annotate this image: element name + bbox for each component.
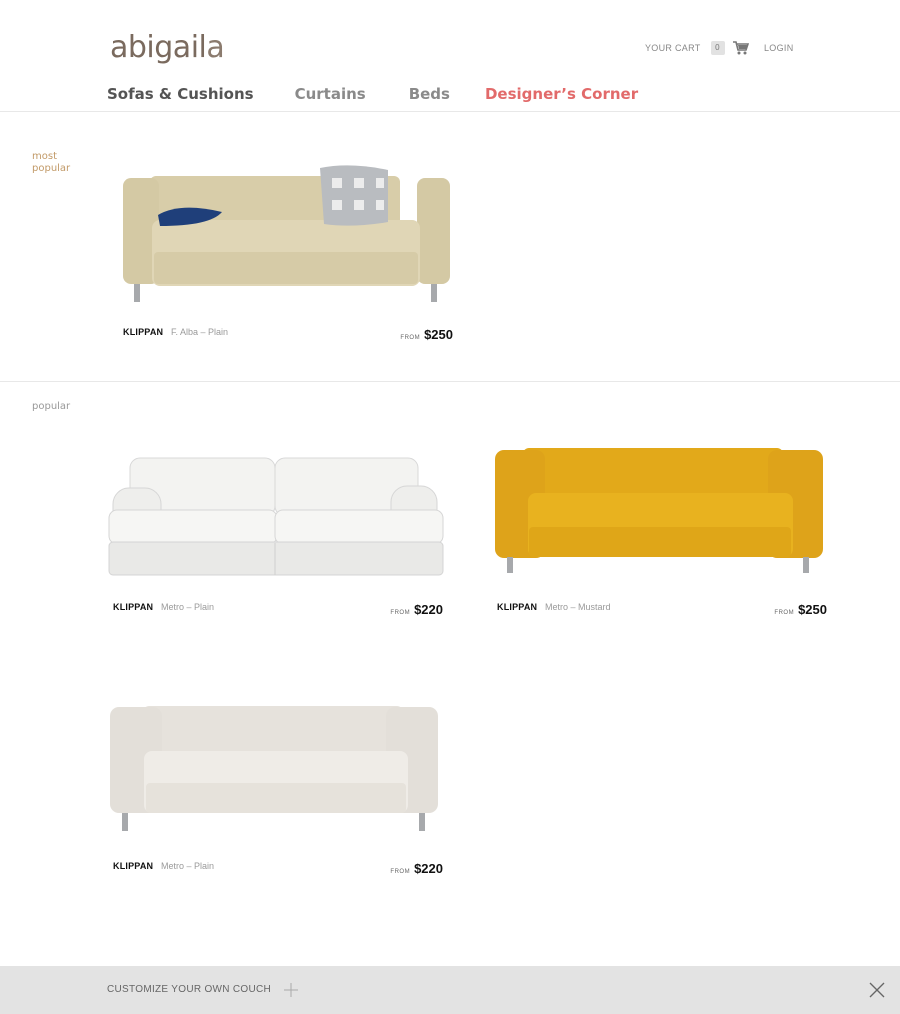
product-price: FROM $250 [400,327,453,342]
customize-bar: CUSTOMIZE YOUR OWN COUCH [0,966,900,1014]
product-card[interactable]: KLIPPAN Metro – Plain FROM $220 [108,703,443,883]
product-name: KLIPPAN [497,602,538,612]
cart-label: YOUR CART [645,43,701,53]
product-variant: Metro – Mustard [545,602,611,612]
product-variant: Metro – Plain [161,602,215,612]
cart-icon [732,41,749,55]
product-card[interactable]: KLIPPAN Metro – Plain FROM $220 [105,455,445,625]
section-divider [0,381,900,382]
close-icon[interactable] [869,982,885,998]
price-from-label: FROM [400,335,421,341]
product-name: KLIPPAN [113,861,154,871]
product-price: FROM $220 [390,602,443,617]
header-divider [0,111,900,112]
price-from-label: FROM [390,869,411,875]
nav-curtains[interactable]: Curtains [295,85,366,103]
price-amount: $220 [414,602,443,617]
price-from-label: FROM [390,610,411,616]
product-name: KLIPPAN [113,602,154,612]
section-label-popular: popular [32,401,71,412]
cart-button[interactable]: YOUR CART 0 [645,41,749,55]
nav-beds[interactable]: Beds [409,85,450,103]
main-nav: Sofas & Cushions Curtains Beds Designer’… [107,85,638,103]
login-link[interactable]: LOGIN [764,43,794,53]
price-amount: $250 [798,602,827,617]
product-variant: F. Alba – Plain [171,327,229,337]
logo-text-last: a [206,30,225,65]
price-amount: $250 [424,327,453,342]
sofa-image [123,165,450,302]
cart-count-badge: 0 [710,41,725,55]
customize-couch-link[interactable]: CUSTOMIZE YOUR OWN COUCH [107,984,271,995]
plus-icon[interactable] [284,983,298,997]
section-label-most-popular: most popular [32,151,71,174]
product-price: FROM $250 [774,602,827,617]
sofa-image [110,706,438,831]
price-amount: $220 [414,861,443,876]
logo-text: abigail [110,30,207,65]
product-card[interactable]: KLIPPAN F. Alba – Plain FROM $250 [120,160,455,350]
sofa-image [108,457,444,576]
product-variant: Metro – Plain [161,861,215,871]
brand-logo[interactable]: abigaila [110,30,225,65]
product-price: FROM $220 [390,861,443,876]
sofa-image [495,448,823,573]
price-from-label: FROM [774,610,795,616]
product-name: KLIPPAN [123,327,164,337]
nav-designers-corner[interactable]: Designer’s Corner [485,85,638,103]
product-card[interactable]: KLIPPAN Metro – Mustard FROM $250 [493,445,828,625]
nav-sofas-cushions[interactable]: Sofas & Cushions [107,85,254,103]
